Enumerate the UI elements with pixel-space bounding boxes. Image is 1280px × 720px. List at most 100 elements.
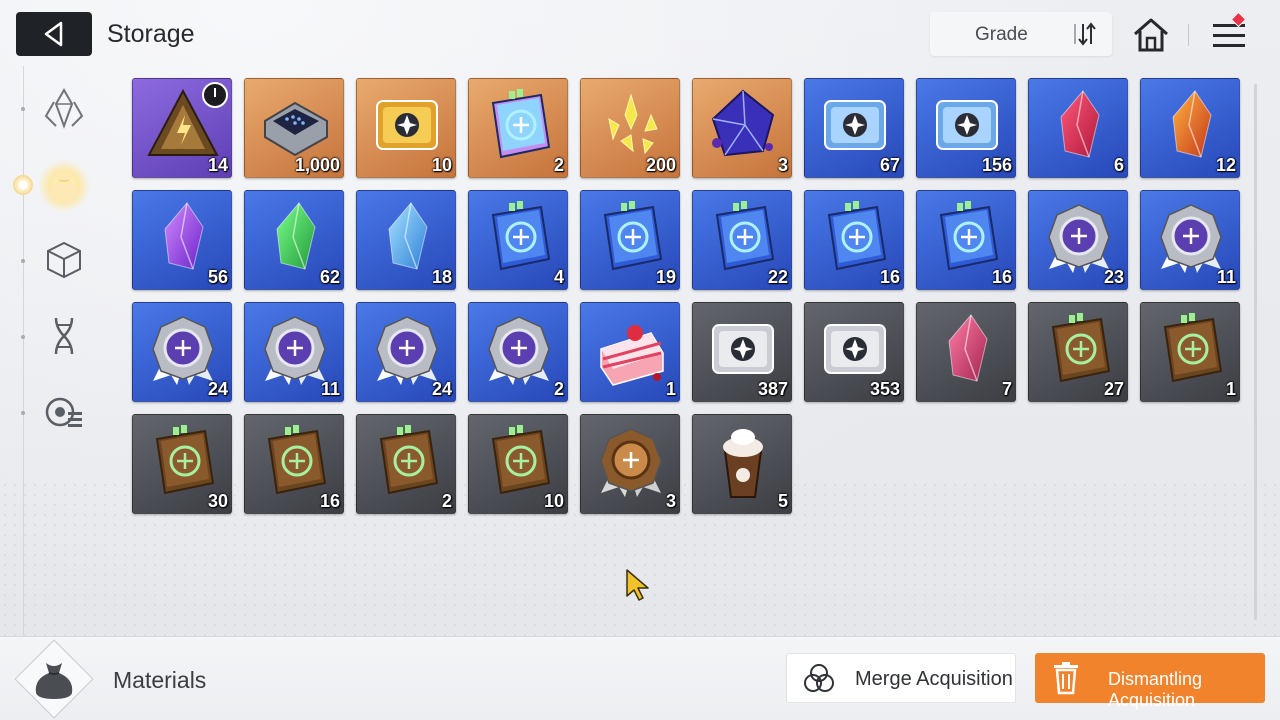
strawberry-cake-icon [600,325,664,386]
back-arrow-icon [44,21,63,47]
item-slot-brown-manual-wings[interactable]: 16 [244,414,344,514]
brown-manual-eye-icon [155,425,215,495]
medal-orb-icon [488,316,550,385]
void-cube-icon [711,89,775,157]
brown-manual-shield-icon [1163,313,1223,383]
home-button[interactable] [1130,14,1172,56]
sort-dropdown[interactable]: Grade [930,12,1112,56]
item-quantity: 11 [320,379,340,399]
item-grid: 14 1,000 10 2 200 3 67 156 6 12 56 62 18… [132,78,1242,514]
item-slot-medal-shield[interactable]: 11 [1140,190,1240,290]
item-slot-brown-manual-shield[interactable]: 1 [1140,302,1240,402]
item-slot-medal-wings[interactable]: 11 [244,302,344,402]
scrollbar[interactable] [1254,84,1257,620]
item-slot-blue-manual-bolt[interactable]: 16 [804,190,904,290]
item-slot-brown-manual-eye[interactable]: 30 [132,414,232,514]
item-slot-ice-crystal[interactable]: 18 [356,190,456,290]
item-quantity: 14 [207,155,228,175]
sort-order-icon [1074,22,1096,46]
item-quantity: 10 [431,155,452,175]
item-slot-medal-orb[interactable]: 2 [468,302,568,402]
sort-order-button[interactable] [1070,20,1102,48]
item-quantity: 24 [207,379,228,399]
red-crystal-icon [1060,90,1100,158]
item-slot-portrait-ticket[interactable]: 67 [804,78,904,178]
sidebar-item-genes[interactable] [38,310,90,362]
item-quantity: 56 [207,267,228,287]
item-quantity: 16 [879,267,900,287]
sidebar-tick [21,259,25,263]
item-slot-rainbow-manual[interactable]: 2 [468,78,568,178]
ice-crystal-icon [388,202,428,270]
menu-button[interactable] [1208,11,1250,54]
item-slot-medal-eye[interactable]: 24 [132,302,232,402]
medal-bolt-icon [376,316,438,385]
item-quantity: 3 [665,491,676,511]
item-slot-blue-manual-swords[interactable]: 4 [468,190,568,290]
merge-label: Merge Acquisition [855,668,1013,690]
item-quantity: 5 [777,491,788,511]
item-slot-void-cube[interactable]: 3 [692,78,792,178]
item-slot-blue-manual-eye[interactable]: 19 [580,190,680,290]
item-quantity: 4 [553,267,564,287]
data-chip-icon [264,101,328,157]
sidebar-item-cubes[interactable] [38,234,90,286]
brown-manual-orb-icon [491,425,551,495]
item-slot-chocolate-shake[interactable]: 5 [692,414,792,514]
item-quantity: 2 [441,491,452,511]
item-quantity: 67 [879,155,900,175]
item-quantity: 18 [431,267,452,287]
item-slot-brown-manual-orb[interactable]: 10 [468,414,568,514]
item-slot-blue-manual-wings[interactable]: 22 [692,190,792,290]
item-slot-pink-crystal[interactable]: 7 [916,302,1016,402]
item-slot-gold-ticket[interactable]: 10 [356,78,456,178]
item-slot-pyramid-module[interactable]: 14 [132,78,232,178]
merge-acquisition-button[interactable]: Merge Acquisition [786,653,1016,703]
sidebar-item-crystals[interactable] [38,82,90,134]
trash-icon [1054,662,1078,695]
blue-manual-swords-icon [491,201,551,271]
item-slot-purple-crystal[interactable]: 56 [132,190,232,290]
pouch-icon [35,663,73,699]
item-quantity: 23 [1103,267,1124,287]
green-crystal-icon [276,202,316,270]
sidebar-item-chips[interactable] [38,386,90,438]
silver-portrait-ticket-icon [712,324,774,374]
medal-eye-icon [152,316,214,385]
item-slot-data-chip[interactable]: 1,000 [244,78,344,178]
back-button[interactable] [16,12,92,56]
item-slot-medal-bolt[interactable]: 24 [356,302,456,402]
item-slot-green-crystal[interactable]: 62 [244,190,344,290]
item-slot-star-ticket[interactable]: 156 [916,78,1016,178]
dismantling-acquisition-button[interactable]: Dismantling Acquisition [1035,653,1265,710]
item-slot-strawberry-cake[interactable]: 1 [580,302,680,402]
item-slot-blue-manual-orb[interactable]: 16 [916,190,1016,290]
sidebar-item-materials[interactable] [38,160,90,212]
chocolate-shake-icon [723,429,763,498]
crystal-icon [44,87,84,129]
item-quantity: 27 [1103,379,1124,399]
item-slot-medal-sword[interactable]: 23 [1028,190,1128,290]
item-slot-brown-manual-bolt[interactable]: 2 [356,414,456,514]
item-slot-gold-shards[interactable]: 200 [580,78,680,178]
category-badge [14,639,94,719]
item-quantity: 6 [1113,155,1124,175]
item-quantity: 19 [655,267,676,287]
item-slot-silver-portrait-ticket[interactable]: 387 [692,302,792,402]
item-quantity: 11 [1216,267,1236,287]
item-slot-brown-manual-swords[interactable]: 27 [1028,302,1128,402]
item-quantity: 7 [1001,379,1012,399]
item-slot-fire-crystal[interactable]: 12 [1140,78,1240,178]
item-quantity: 353 [869,379,900,399]
item-quantity: 3 [777,155,788,175]
gold-ticket-icon [376,100,438,150]
item-quantity: 156 [981,155,1012,175]
chip-list-icon [45,397,82,427]
pink-crystal-icon [948,314,988,382]
item-slot-silver-star-ticket[interactable]: 353 [804,302,904,402]
item-quantity: 2 [553,155,564,175]
item-slot-red-crystal[interactable]: 6 [1028,78,1128,178]
cursor-icon [626,569,649,601]
item-slot-bronze-medal-bolt[interactable]: 3 [580,414,680,514]
item-quantity: 200 [645,155,676,175]
